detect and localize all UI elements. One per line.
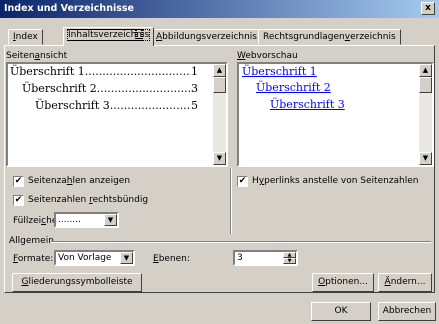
print-preview-content: Überschrift 1 ..........................… <box>10 65 198 125</box>
chevron-down-icon[interactable]: ▼ <box>120 252 133 264</box>
toc-entry-2: Überschrift 2 ..........................… <box>22 82 198 95</box>
show-page-numbers-label: Seitenzahlen anzeigen <box>28 176 131 186</box>
print-preview-label: Seitenansicht <box>6 51 68 61</box>
toc-entry-1: Überschrift 1 ..........................… <box>10 65 198 78</box>
levels-value: 3 <box>237 253 243 263</box>
web-entry-1[interactable]: Überschrift 1 <box>242 65 317 78</box>
general-group-title: Allgemein <box>9 236 54 246</box>
web-preview-label: Webvorschau <box>237 51 298 61</box>
general-divider <box>51 241 431 243</box>
tab-legal[interactable]: Rechtsgrundlagenverzeichnis <box>258 29 401 45</box>
formats-label: Formate: <box>13 254 54 264</box>
web-preview-scrollbar[interactable]: ▲ ▼ <box>419 64 432 165</box>
modify-button[interactable]: Ändern... <box>378 273 432 292</box>
show-page-numbers-checkbox[interactable]: ✔ <box>13 176 24 187</box>
toc-entry-2-text: Überschrift 2 <box>22 82 97 95</box>
scroll-thumb[interactable] <box>213 77 226 93</box>
scroll-up-button[interactable]: ▲ <box>419 64 432 77</box>
web-entry-3[interactable]: Überschrift 3 <box>270 98 345 111</box>
options-button[interactable]: Optionen... <box>312 273 374 292</box>
ok-button[interactable]: OK <box>311 302 371 321</box>
scroll-thumb[interactable] <box>419 77 432 93</box>
toc-entry-1-page: 1 <box>191 65 198 78</box>
tab-legal-label: Rechtsgrundlagenverzeichnis <box>263 32 396 42</box>
web-preview-box[interactable]: Überschrift 1 Überschrift 2 Überschrift … <box>237 62 434 167</box>
formats-value: Von Vorlage <box>58 253 112 263</box>
tab-toc[interactable]: Inhaltsverzeichnis <box>63 27 155 46</box>
tab-index[interactable]: Index <box>8 29 43 45</box>
outline-toolbar-button[interactable]: Gliederungssymbolleiste <box>12 273 142 292</box>
scroll-down-button[interactable]: ▼ <box>419 152 432 165</box>
fill-dropdown[interactable]: ........ ▼ <box>54 212 119 228</box>
toc-entry-3-page: 5 <box>191 99 198 112</box>
formats-dropdown[interactable]: Von Vorlage ▼ <box>54 250 135 266</box>
levels-label: Ebenen: <box>153 254 190 264</box>
scroll-up-button[interactable]: ▲ <box>213 64 226 77</box>
web-entry-2[interactable]: Überschrift 2 <box>256 81 331 94</box>
close-button[interactable]: x <box>421 2 435 15</box>
fill-value: ........ <box>58 215 81 225</box>
tab-toc-label: Inhaltsverzeichnis <box>66 29 151 41</box>
print-preview-scrollbar[interactable]: ▲ ▼ <box>213 64 226 165</box>
right-align-checkbox[interactable]: ✔ <box>13 195 24 206</box>
toc-entry-3: Überschrift 3 ..........................… <box>35 99 198 112</box>
dot-leader: ........................................… <box>96 82 191 95</box>
tab-figures-label: Abbildungsverzeichnis <box>156 32 257 42</box>
right-align-label: Seitenzahlen rechtsbündig <box>28 195 149 205</box>
tab-index-label: Index <box>13 32 38 42</box>
spin-down-icon[interactable]: ▼ <box>283 258 296 264</box>
scroll-down-button[interactable]: ▼ <box>213 152 226 165</box>
hyperlinks-checkbox[interactable]: ✔ <box>237 176 248 187</box>
cancel-button[interactable]: Abbrechen <box>378 302 436 321</box>
tab-figures[interactable]: Abbildungsverzeichnis <box>151 29 262 45</box>
window-title: Index und Verzeichnisse <box>4 3 134 14</box>
print-preview-box[interactable]: Überschrift 1 ..........................… <box>6 62 228 167</box>
toc-entry-1-text: Überschrift 1 <box>10 65 85 78</box>
dot-leader: ........................................… <box>109 99 191 112</box>
chevron-down-icon[interactable]: ▼ <box>104 214 117 226</box>
hyperlinks-label: Hyperlinks anstelle von Seitenzahlen <box>252 176 419 186</box>
toc-entry-3-text: Überschrift 3 <box>35 99 110 112</box>
levels-spinner[interactable]: 3 ▲ ▼ <box>233 250 298 266</box>
dot-leader: ........................................… <box>84 65 191 78</box>
title-bar: Index und Verzeichnisse x <box>0 0 439 18</box>
vertical-divider <box>230 168 232 234</box>
toc-entry-2-page: 3 <box>191 82 198 95</box>
